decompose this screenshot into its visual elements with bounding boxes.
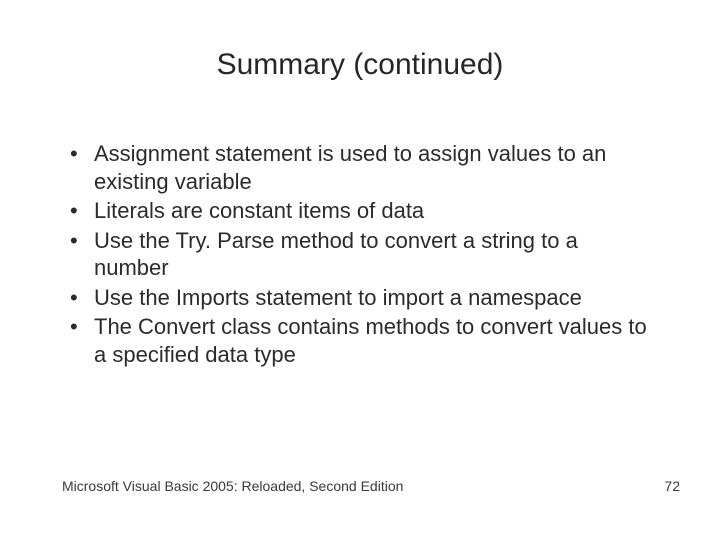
bullet-item: The Convert class contains methods to co… [62,313,658,368]
slide-title: Summary (continued) [0,48,720,82]
bullet-item: Literals are constant items of data [62,197,658,225]
slide: Summary (continued) Assignment statement… [0,0,720,540]
bullet-item: Use the Try. Parse method to convert a s… [62,227,658,282]
bullet-item: Assignment statement is used to assign v… [62,140,658,195]
slide-body: Assignment statement is used to assign v… [62,140,658,370]
footer-page-number: 72 [664,478,680,494]
bullet-list: Assignment statement is used to assign v… [62,140,658,368]
footer-source: Microsoft Visual Basic 2005: Reloaded, S… [62,478,403,494]
bullet-item: Use the Imports statement to import a na… [62,284,658,312]
